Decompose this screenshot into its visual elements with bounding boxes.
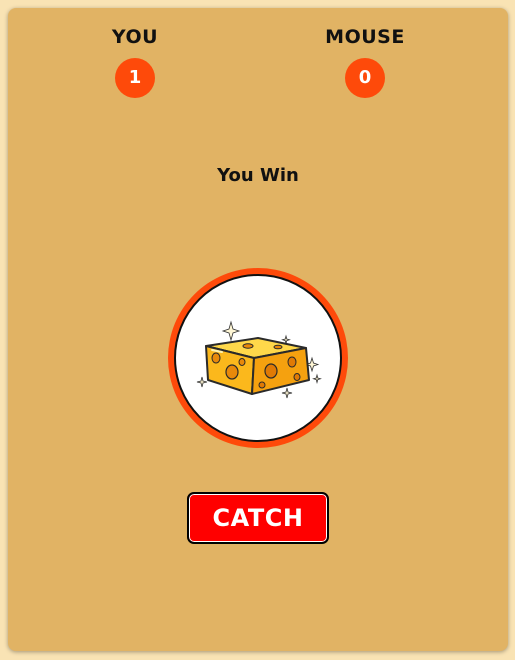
player-score-column: YOU 1 xyxy=(65,26,205,98)
player-score-badge: 1 xyxy=(115,58,155,98)
opponent-score-badge: 0 xyxy=(345,58,385,98)
opponent-score-column: MOUSE 0 xyxy=(295,26,435,98)
opponent-label: MOUSE xyxy=(325,26,405,48)
cheese-icon xyxy=(196,320,322,399)
cheese-target-inner xyxy=(174,274,342,442)
game-panel: YOU 1 MOUSE 0 You Win CATCH xyxy=(8,8,508,651)
player-label: YOU xyxy=(111,26,159,48)
result-text: You Win xyxy=(217,165,299,186)
cheese-target[interactable] xyxy=(168,268,348,448)
catch-button[interactable]: CATCH xyxy=(187,492,329,544)
